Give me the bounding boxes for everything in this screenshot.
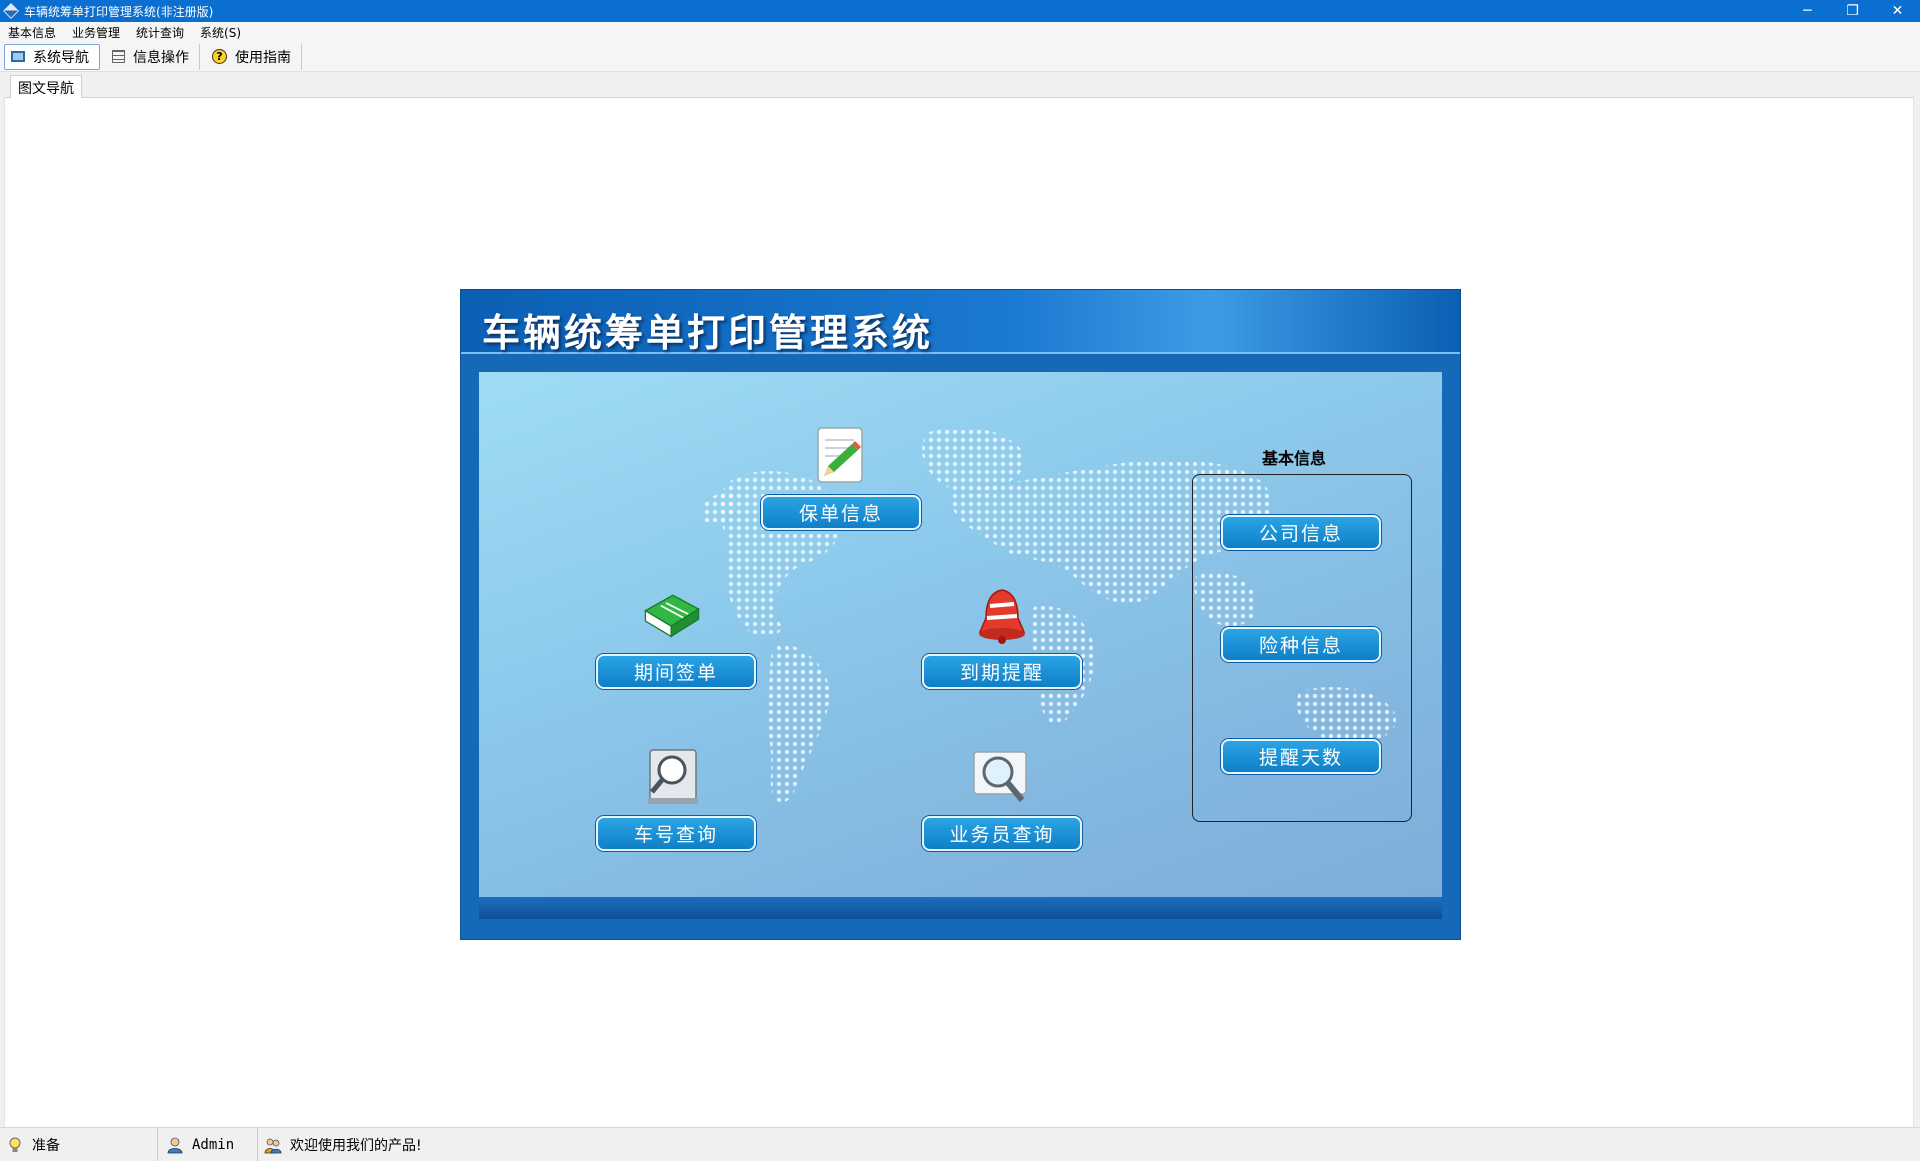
app-icon <box>3 3 19 19</box>
basic-info-group-title: 基本信息 <box>1262 449 1327 468</box>
status-user-text: Admin <box>192 1136 235 1153</box>
magnifier-icon <box>973 751 1027 802</box>
tab-strip: 图文导航 <box>4 74 1914 99</box>
close-button[interactable]: ✕ <box>1875 0 1920 22</box>
company-info-button[interactable]: 公司信息 <box>1221 515 1381 550</box>
policy-info-button[interactable]: 保单信息 <box>761 495 921 530</box>
alarm-bell-icon <box>978 589 1026 644</box>
minimize-button[interactable]: ─ <box>1785 0 1830 22</box>
app-window: 车辆统筹单打印管理系统(非注册版) ─ ❐ ✕ 基本信息 业务管理 统计查询 系… <box>0 0 1920 1161</box>
window-controls: ─ ❐ ✕ <box>1785 0 1920 22</box>
monitor-icon <box>11 51 25 62</box>
status-message-cell: 欢迎使用我们的产品! <box>258 1128 422 1161</box>
grid-icon <box>112 50 125 63</box>
status-user-cell: Admin <box>158 1127 258 1161</box>
status-ready-cell: 准备 <box>0 1127 158 1161</box>
menu-business[interactable]: 业务管理 <box>64 24 128 41</box>
status-ready-text: 准备 <box>32 1137 60 1154</box>
panel-header: 车辆统筹单打印管理系统 <box>461 290 1460 355</box>
magnifier-document-icon <box>648 749 698 804</box>
panel-skyline-strip <box>479 897 1442 919</box>
green-book-icon <box>644 594 700 638</box>
restore-button[interactable]: ❐ <box>1830 0 1875 22</box>
toolbar: 系统导航 信息操作 ? 使用指南 <box>0 42 1920 72</box>
title-bar[interactable]: 车辆统筹单打印管理系统(非注册版) ─ ❐ ✕ <box>0 0 1920 22</box>
status-bar: 准备 Admin 欢迎使用我们的产品! <box>0 1127 1920 1161</box>
salesman-query-button[interactable]: 业务员查询 <box>922 816 1082 851</box>
toolbar-system-nav-label: 系统导航 <box>33 49 89 66</box>
bulb-icon <box>9 1137 21 1152</box>
users-icon <box>264 1138 282 1153</box>
menu-statistics[interactable]: 统计查询 <box>128 24 192 41</box>
toolbar-guide-label: 使用指南 <box>235 49 291 66</box>
panel-title: 车辆统筹单打印管理系统 <box>482 311 934 355</box>
menu-bar: 基本信息 业务管理 统计查询 系统(S) <box>0 22 1920 42</box>
plate-query-button[interactable]: 车号查询 <box>596 816 756 851</box>
window-title: 车辆统筹单打印管理系统(非注册版) <box>24 4 214 19</box>
reminder-days-button[interactable]: 提醒天数 <box>1221 739 1381 774</box>
menu-basic-info[interactable]: 基本信息 <box>0 24 64 41</box>
tab-graphic-nav[interactable]: 图文导航 <box>10 75 82 99</box>
expiry-reminder-button[interactable]: 到期提醒 <box>922 654 1082 689</box>
menu-system[interactable]: 系统(S) <box>192 24 249 41</box>
toolbar-info-ops-button[interactable]: 信息操作 <box>106 43 200 70</box>
toolbar-info-ops-label: 信息操作 <box>133 49 189 66</box>
pencil-notepad-icon <box>817 427 863 483</box>
insurance-type-button[interactable]: 险种信息 <box>1221 627 1381 662</box>
toolbar-guide-button[interactable]: ? 使用指南 <box>206 43 302 70</box>
toolbar-system-nav-button[interactable]: 系统导航 <box>4 43 100 70</box>
user-icon <box>167 1137 183 1153</box>
help-icon: ? <box>212 49 227 64</box>
period-sign-button[interactable]: 期间签单 <box>596 654 756 689</box>
status-message-text: 欢迎使用我们的产品! <box>290 1137 422 1154</box>
